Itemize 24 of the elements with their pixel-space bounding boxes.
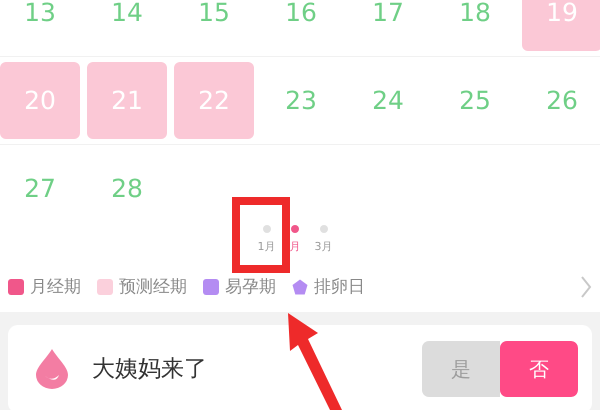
drop-icon bbox=[36, 349, 68, 389]
toggle-option[interactable]: 否 bbox=[500, 341, 578, 397]
legend-label: 排卵日 bbox=[314, 276, 365, 298]
calendar-day[interactable]: 15 bbox=[174, 0, 254, 51]
calendar-day[interactable]: 14 bbox=[87, 0, 167, 51]
period-label: 大姨妈来了 bbox=[92, 354, 207, 384]
calendar-day[interactable]: 27 bbox=[0, 150, 80, 227]
calendar-day[interactable]: 18 bbox=[435, 0, 515, 51]
legend-label: 预测经期 bbox=[119, 276, 187, 298]
legend-label: 月经期 bbox=[30, 276, 81, 298]
toggle-option[interactable]: 是 bbox=[422, 341, 500, 397]
month-tab[interactable]: 月 bbox=[290, 239, 300, 256]
chevron-right-icon[interactable] bbox=[580, 276, 592, 298]
calendar-day[interactable]: 16 bbox=[261, 0, 341, 51]
month-tab[interactable]: 3月 bbox=[314, 239, 332, 256]
calendar-day[interactable]: 17 bbox=[348, 0, 428, 51]
calendar-day[interactable]: 13 bbox=[0, 0, 80, 51]
legend-label: 易孕期 bbox=[225, 276, 276, 298]
calendar-day[interactable]: 26 bbox=[522, 62, 600, 139]
month-tab[interactable]: 1月 bbox=[258, 239, 276, 256]
calendar-day[interactable]: 28 bbox=[87, 150, 167, 227]
calendar-day[interactable]: 25 bbox=[435, 62, 515, 139]
calendar-day[interactable]: 23 bbox=[261, 62, 341, 139]
calendar-day[interactable]: 24 bbox=[348, 62, 428, 139]
